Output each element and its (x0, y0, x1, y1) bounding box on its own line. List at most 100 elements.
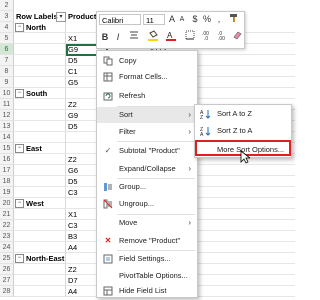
cell[interactable] (14, 242, 66, 253)
svg-text:A: A (167, 31, 173, 40)
row-number[interactable]: 6 (0, 44, 14, 55)
menu-item-move[interactable]: Move › (97, 215, 197, 231)
currency-icon[interactable]: $ (189, 13, 201, 25)
format-painter-icon[interactable] (227, 13, 241, 26)
cell[interactable] (14, 220, 66, 231)
cell[interactable] (14, 55, 66, 66)
font-size-box[interactable]: 11 (143, 14, 165, 25)
grow-font-icon[interactable]: A (167, 13, 177, 25)
row-number[interactable]: 17 (0, 165, 14, 176)
chevron-right-icon: › (188, 164, 191, 173)
row-number[interactable]: 19 (0, 187, 14, 198)
borders-icon[interactable] (183, 30, 197, 43)
cell[interactable] (14, 33, 66, 44)
menu-item-subtotal[interactable]: ✓ Subtotal "Product" (97, 143, 197, 159)
font-color-icon[interactable]: A (163, 30, 179, 45)
menu-item-field-settings[interactable]: Field Settings... (97, 251, 197, 267)
eraser-icon[interactable] (231, 30, 243, 43)
row-number[interactable]: 20 (0, 198, 14, 209)
row-number[interactable]: 14 (0, 132, 14, 143)
row-labels-header: Row Labels (16, 12, 58, 21)
filter-dropdown-icon[interactable]: ▾ (56, 12, 66, 22)
cell[interactable] (14, 209, 66, 220)
product-header: Product (68, 12, 97, 21)
cell[interactable] (14, 154, 66, 165)
menu-item-hide-field-list[interactable]: Hide Field List (97, 283, 197, 299)
bold-icon[interactable]: B (100, 31, 110, 43)
percent-icon[interactable]: % (201, 13, 213, 25)
cell[interactable] (14, 121, 66, 132)
cell[interactable] (14, 99, 66, 110)
row-number[interactable]: 2 (0, 0, 14, 11)
cell[interactable] (14, 187, 66, 198)
menu-item-pivottable-options[interactable]: PivotTable Options... (97, 268, 197, 284)
row-number[interactable]: 10 (0, 88, 14, 99)
row-number[interactable]: 18 (0, 176, 14, 187)
shrink-font-icon[interactable]: A (177, 14, 187, 26)
align-center-icon[interactable] (127, 30, 141, 43)
row-number[interactable]: 24 (0, 242, 14, 253)
cell[interactable] (14, 44, 66, 55)
ungroup-icon (103, 199, 113, 209)
cell[interactable] (14, 110, 66, 121)
row-number[interactable]: 26 (0, 264, 14, 275)
menu-item-expand-collapse[interactable]: Expand/Collapse › (97, 161, 197, 177)
svg-text:.00: .00 (218, 36, 225, 40)
menu-item-ungroup[interactable]: Ungroup... (97, 196, 197, 212)
row-number[interactable]: 23 (0, 231, 14, 242)
row-number[interactable]: 16 (0, 154, 14, 165)
field-list-icon (103, 286, 113, 296)
row-number[interactable]: 15 (0, 143, 14, 154)
submenu-item-sort-a-to-z[interactable]: AZ Sort A to Z (195, 106, 291, 122)
cell[interactable] (14, 77, 66, 88)
cell[interactable] (14, 275, 66, 286)
cell[interactable] (14, 165, 66, 176)
menu-item-group[interactable]: Group... (97, 179, 197, 195)
menu-item-remove-product[interactable]: ✕ Remove "Product" (97, 233, 197, 249)
row-number[interactable]: 8 (0, 66, 14, 77)
copy-icon (103, 56, 113, 66)
menu-separator (117, 141, 195, 142)
cell[interactable] (14, 286, 66, 297)
cell[interactable] (14, 264, 66, 275)
decrease-decimal-icon[interactable]: .00.0 (201, 30, 215, 43)
row-number[interactable]: 3 (0, 11, 14, 22)
row-number[interactable]: 9 (0, 77, 14, 88)
chevron-right-icon: › (188, 110, 191, 119)
menu-item-copy[interactable]: Copy (97, 53, 197, 69)
italic-icon[interactable]: I (113, 31, 123, 43)
row-number[interactable]: 13 (0, 121, 14, 132)
collapse-icon[interactable]: − (15, 144, 24, 153)
svg-text:.0: .0 (204, 36, 208, 40)
row-number[interactable]: 12 (0, 110, 14, 121)
menu-item-format-cells[interactable]: Format Cells... (97, 69, 197, 85)
cell[interactable] (14, 231, 66, 242)
row-number[interactable]: 27 (0, 275, 14, 286)
row-number[interactable]: 21 (0, 209, 14, 220)
row-number[interactable]: 5 (0, 33, 14, 44)
collapse-icon[interactable]: − (15, 254, 24, 263)
collapse-icon[interactable]: − (15, 23, 24, 32)
font-name-box[interactable]: Calibri (99, 14, 141, 25)
collapse-icon[interactable]: − (15, 199, 24, 208)
cell[interactable] (14, 132, 66, 143)
comma-style-icon[interactable]: , (213, 13, 225, 25)
menu-item-refresh[interactable]: Refresh (97, 88, 197, 104)
row-number[interactable]: 7 (0, 55, 14, 66)
row-number[interactable]: 28 (0, 286, 14, 297)
row-number[interactable]: 11 (0, 99, 14, 110)
row-number[interactable]: 25 (0, 253, 14, 264)
row-number[interactable]: 22 (0, 220, 14, 231)
increase-decimal-icon[interactable]: .0.00 (217, 30, 231, 43)
sort-az-icon: AZ (200, 109, 211, 121)
fill-color-icon[interactable] (145, 30, 161, 45)
submenu-item-sort-z-to-a[interactable]: ZA Sort Z to A (195, 123, 291, 139)
sort-za-icon: ZA (200, 126, 211, 138)
cell[interactable] (14, 176, 66, 187)
field-settings-icon (103, 254, 113, 264)
menu-item-sort[interactable]: Sort › (97, 107, 197, 123)
collapse-icon[interactable]: − (15, 89, 24, 98)
menu-item-filter[interactable]: Filter › (97, 124, 197, 140)
cell[interactable] (14, 66, 66, 77)
row-number[interactable]: 4 (0, 22, 14, 33)
